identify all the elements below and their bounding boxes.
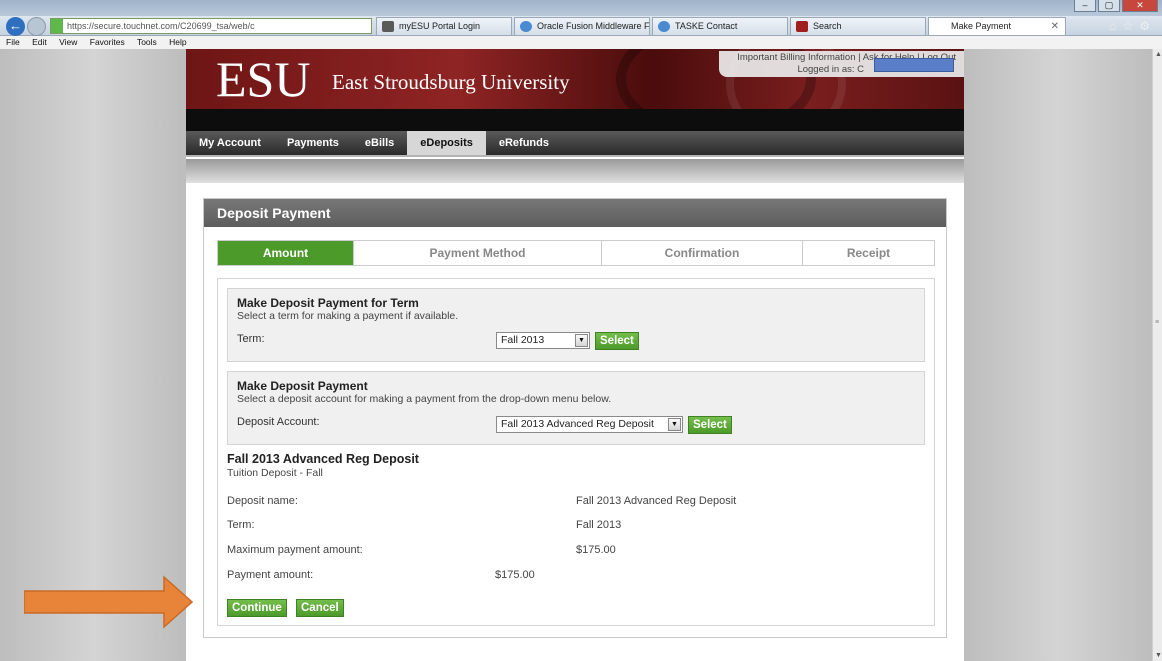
scroll-grip-icon[interactable]: ≡	[1155, 319, 1159, 326]
account-selection-box: Make Deposit Payment Select a deposit ac…	[227, 371, 925, 445]
account-box-description: Select a deposit account for making a pa…	[237, 393, 612, 405]
tab-favicon-icon	[382, 21, 394, 32]
window-title-bar: – ▢ ✕	[0, 0, 1162, 16]
vertical-scrollbar[interactable]: ▲ ≡ ▼	[1152, 49, 1162, 661]
minimize-icon[interactable]: –	[1074, 0, 1096, 12]
browser-tab[interactable]: Oracle Fusion Middleware For...	[514, 17, 650, 35]
deposit-name-label: Deposit name:	[227, 495, 298, 507]
tab-label: Make Payment	[951, 21, 1012, 31]
deposit-account-select[interactable]: Fall 2013 Advanced Reg Deposit ▼	[496, 416, 683, 433]
browser-toolbar: ← https://secure.touchnet.com/C20699_tsa…	[0, 16, 1162, 36]
tab-close-icon[interactable]: ✕	[1051, 18, 1059, 35]
university-name: East Stroudsburg University	[332, 70, 570, 94]
step-receipt: Receipt	[803, 241, 934, 265]
continue-button[interactable]: Continue	[227, 599, 287, 617]
scroll-up-icon[interactable]: ▲	[1155, 51, 1162, 58]
deposit-subtitle: Tuition Deposit - Fall	[227, 467, 323, 479]
deposit-account-selected-value: Fall 2013 Advanced Reg Deposit	[501, 418, 654, 430]
page-background-right	[964, 49, 1152, 661]
step-payment-method: Payment Method	[354, 241, 602, 265]
tab-label: Search	[813, 21, 842, 31]
menu-file[interactable]: File	[6, 37, 20, 47]
payment-form: Make Deposit Payment for Term Select a t…	[217, 278, 935, 626]
close-window-icon[interactable]: ✕	[1122, 0, 1158, 12]
nav-edeposits[interactable]: eDeposits	[407, 131, 486, 155]
deposit-name-value: Fall 2013 Advanced Reg Deposit	[576, 495, 737, 507]
deposit-title: Fall 2013 Advanced Reg Deposit	[227, 452, 419, 466]
address-bar[interactable]: https://secure.touchnet.com/C20699_tsa/w…	[50, 18, 372, 34]
term-row-label: Term:	[227, 519, 255, 531]
page-background-left	[0, 49, 186, 661]
term-label: Term:	[237, 333, 265, 345]
nav-my-account[interactable]: My Account	[186, 131, 274, 155]
payment-steps: Amount Payment Method Confirmation Recei…	[217, 240, 935, 266]
browser-tab[interactable]: TASKE Contact	[652, 17, 788, 35]
tab-favicon-icon	[796, 21, 808, 32]
browser-tab-active[interactable]: Make Payment ✕	[928, 17, 1066, 35]
browser-tab[interactable]: Search	[790, 17, 926, 35]
term-select-button[interactable]: Select	[595, 332, 639, 350]
university-banner: ESU East Stroudsburg University Importan…	[186, 49, 964, 109]
window-controls: – ▢ ✕	[1072, 0, 1158, 12]
back-arrow-icon[interactable]: ←	[6, 17, 25, 36]
maximize-icon[interactable]: ▢	[1098, 0, 1120, 12]
dropdown-arrow-icon[interactable]: ▼	[668, 418, 681, 431]
term-row-value: Fall 2013	[576, 519, 622, 531]
term-box-description: Select a term for making a payment if av…	[237, 310, 459, 322]
header-divider	[186, 109, 964, 131]
nav-payments[interactable]: Payments	[274, 131, 352, 155]
redacted-username	[874, 58, 954, 72]
main-nav: My Account Payments eBills eDeposits eRe…	[186, 131, 964, 157]
tab-favicon-icon	[520, 21, 532, 32]
nav-erefunds[interactable]: eRefunds	[486, 131, 562, 155]
tab-label: TASKE Contact	[675, 21, 738, 31]
subnav-band	[186, 159, 964, 183]
gear-icon[interactable]: ⚙	[1139, 19, 1156, 33]
max-amount-label: Maximum payment amount:	[227, 544, 363, 556]
tab-label: myESU Portal Login	[399, 21, 481, 31]
home-icon[interactable]: ⌂	[1109, 19, 1122, 33]
secure-site-icon	[51, 19, 63, 33]
header-links: Important Billing Information | Ask for …	[719, 51, 964, 77]
tab-label: Oracle Fusion Middleware For...	[537, 21, 650, 31]
dropdown-arrow-icon[interactable]: ▼	[575, 334, 588, 347]
cancel-button[interactable]: Cancel	[296, 599, 344, 617]
menu-tools[interactable]: Tools	[137, 37, 157, 47]
deposit-payment-panel: Deposit Payment Amount Payment Method Co…	[203, 198, 947, 638]
step-confirmation: Confirmation	[602, 241, 803, 265]
step-amount: Amount	[218, 241, 354, 265]
browser-tab[interactable]: myESU Portal Login	[376, 17, 512, 35]
term-select[interactable]: Fall 2013 ▼	[496, 332, 590, 349]
scroll-down-icon[interactable]: ▼	[1155, 652, 1162, 659]
tab-favicon-icon	[658, 21, 670, 32]
menu-edit[interactable]: Edit	[32, 37, 47, 47]
max-amount-value: $175.00	[576, 544, 616, 556]
account-box-title: Make Deposit Payment	[237, 379, 368, 393]
menu-help[interactable]: Help	[169, 37, 186, 47]
web-page: ESU East Stroudsburg University Importan…	[186, 49, 964, 661]
payment-amount-value: $175.00	[495, 569, 535, 581]
forward-arrow-icon[interactable]	[27, 17, 46, 36]
menu-view[interactable]: View	[59, 37, 77, 47]
menu-favorites[interactable]: Favorites	[90, 37, 125, 47]
term-selected-value: Fall 2013	[501, 334, 545, 346]
browser-icons: ⌂☆⚙	[1109, 19, 1156, 33]
address-url: https://secure.touchnet.com/C20699_tsa/w…	[67, 21, 255, 31]
esu-logo: ESU	[216, 51, 311, 107]
favorites-star-icon[interactable]: ☆	[1122, 19, 1139, 33]
term-selection-box: Make Deposit Payment for Term Select a t…	[227, 288, 925, 362]
annotation-arrow-icon	[24, 575, 194, 629]
deposit-account-select-button[interactable]: Select	[688, 416, 732, 434]
nav-ebills[interactable]: eBills	[352, 131, 407, 155]
term-box-title: Make Deposit Payment for Term	[237, 296, 419, 310]
panel-title: Deposit Payment	[204, 199, 946, 227]
browser-menubar: File Edit View Favorites Tools Help	[0, 36, 1162, 49]
payment-amount-label: Payment amount:	[227, 569, 314, 581]
deposit-account-label: Deposit Account:	[237, 416, 320, 428]
